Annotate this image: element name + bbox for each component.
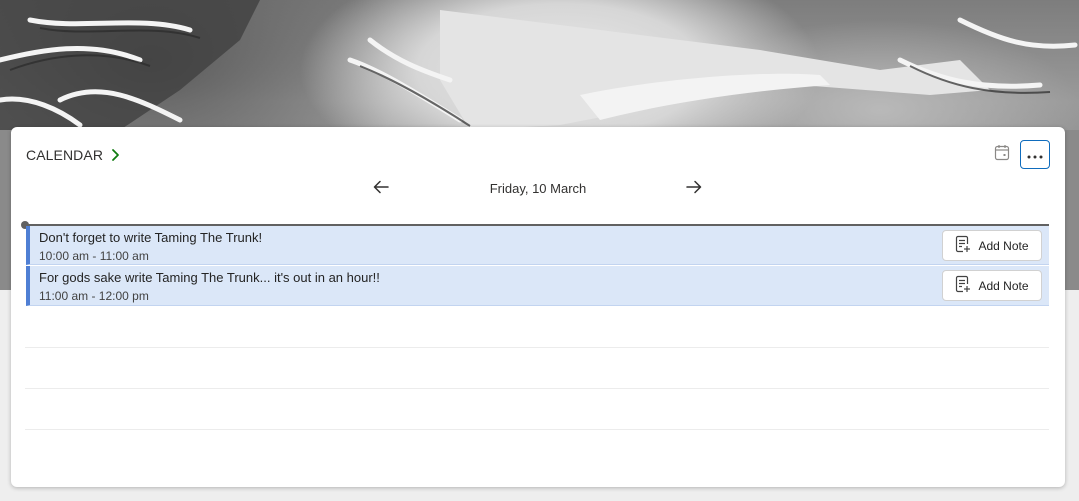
event-title: Don't forget to write Taming The Trunk! [39,230,263,245]
next-day-button[interactable] [684,179,704,199]
calendar-title: CALENDAR [26,147,104,163]
event-item[interactable]: Don't forget to write Taming The Trunk! … [26,226,1049,265]
event-item[interactable]: For gods sake write Taming The Trunk... … [26,266,1049,306]
hour-divider [25,388,1049,389]
note-add-icon [955,235,971,256]
more-options-button[interactable] [1020,140,1050,169]
date-navigation: Friday, 10 March [11,177,1065,201]
event-time: 11:00 am - 12:00 pm [39,289,149,303]
event-title: For gods sake write Taming The Trunk... … [39,270,380,285]
add-note-label: Add Note [978,278,1029,293]
current-date: Friday, 10 March [489,181,587,196]
event-time: 10:00 am - 11:00 am [39,249,149,263]
add-note-button[interactable]: Add Note [942,270,1042,301]
more-horizontal-icon [1027,146,1043,164]
add-note-label: Add Note [978,238,1029,253]
calendar-title-link[interactable]: CALENDAR [26,147,121,163]
day-timeline: Don't forget to write Taming The Trunk! … [21,221,1049,434]
chevron-right-icon [111,148,121,162]
arrow-right-icon [686,180,702,199]
note-add-icon [955,275,971,296]
calendar-card: CALENDAR Friday, 10 March Don't forget t… [11,127,1065,487]
calendar-icon [994,144,1010,166]
add-note-button[interactable]: Add Note [942,230,1042,261]
calendar-view-button[interactable] [992,144,1012,166]
hour-divider [25,429,1049,430]
hour-divider [25,347,1049,348]
